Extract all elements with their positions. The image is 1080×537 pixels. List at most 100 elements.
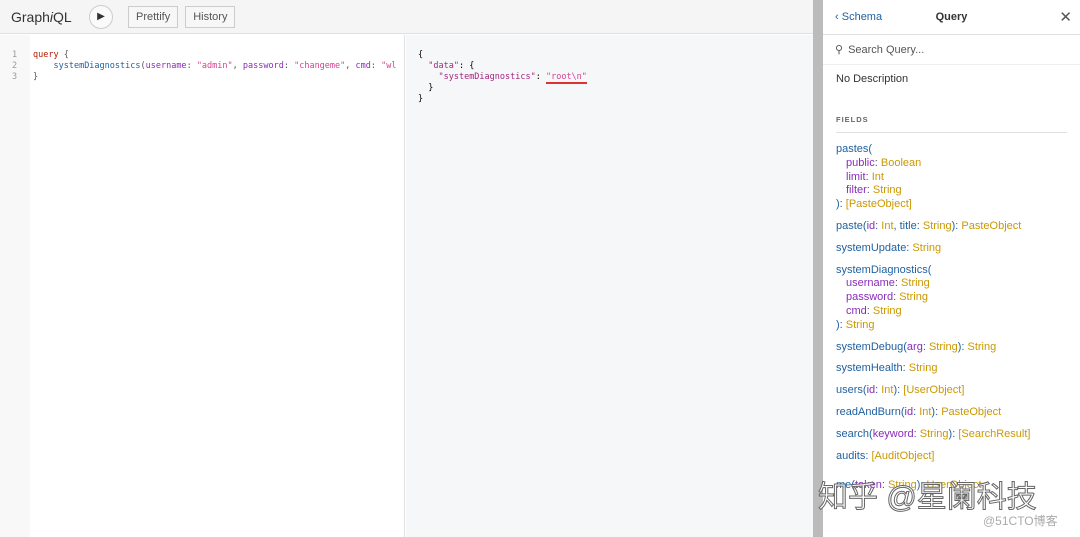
run-button[interactable]: ▶	[89, 4, 113, 29]
type-link: Int	[881, 219, 894, 232]
field-item[interactable]: systemUpdate: String	[823, 238, 1080, 260]
field-text: ):	[951, 219, 962, 232]
type-link: String	[845, 318, 875, 331]
query-code[interactable]: query { systemDiagnostics(username: "adm…	[33, 50, 397, 83]
type-link: PasteObject	[961, 219, 1022, 232]
history-button[interactable]: History	[185, 5, 236, 28]
result-viewer: { "data": { "systemDiagnostics": "root\n…	[406, 35, 813, 537]
type-description: No Description	[836, 73, 909, 85]
code-token: :	[186, 61, 197, 71]
code-token: query	[33, 50, 59, 60]
arg-name: id	[866, 384, 876, 397]
field-item[interactable]: me(token: String): UserObject	[823, 475, 1080, 497]
arg-name: token	[854, 479, 882, 492]
docs-header: ‹ Schema Query ✕	[823, 0, 1080, 35]
field-item[interactable]: readAndBurn(id: Int): PasteObject	[823, 402, 1080, 424]
type-link: String	[908, 362, 938, 375]
code-token: :	[283, 61, 295, 71]
back-to-schema-link[interactable]: ‹ Schema	[835, 11, 882, 23]
field-item[interactable]: pastes(public: Boolean limit: Int filter: …	[823, 139, 1080, 216]
code-token: :	[370, 61, 382, 71]
field-text: me(	[836, 479, 855, 492]
field-item[interactable]: systemDebug(arg: String): String	[823, 337, 1080, 359]
back-label: Schema	[841, 11, 883, 23]
type-link: PasteObject	[941, 405, 1002, 418]
json-key: "data"	[428, 61, 459, 71]
code-token: ,	[345, 61, 356, 71]
line-gutter	[0, 35, 30, 537]
docs-search[interactable]: ⚲ Search Query...	[823, 35, 1080, 65]
field-text: title	[899, 219, 917, 232]
field-item[interactable]: systemDiagnostics(username: String passwo…	[823, 260, 1080, 337]
field-text: search(	[836, 427, 873, 440]
field-text: ):	[893, 384, 904, 397]
type-link: String	[888, 479, 917, 492]
field-arg: password: String	[836, 291, 1067, 305]
search-placeholder: Search Query...	[848, 43, 925, 56]
field-text: readAndBurn(	[836, 405, 905, 418]
arg-name: id	[866, 219, 876, 232]
docs-explorer: ‹ Schema Query ✕ ⚲ Search Query... No Des…	[823, 0, 1080, 537]
type-link: String	[919, 427, 949, 440]
json-punct: : {	[458, 61, 475, 71]
query-editor[interactable]: 123 query { systemDiagnostics(username: …	[0, 35, 405, 537]
close-icon[interactable]: ✕	[1059, 8, 1072, 26]
type-link: [UserObject]	[903, 384, 965, 397]
field-text: systemUpdate:	[836, 241, 913, 254]
json-brace: }	[418, 94, 424, 104]
field-arg: username: String	[836, 277, 1067, 291]
arg-name: arg	[906, 340, 923, 353]
arg-name: id	[904, 405, 914, 418]
code-token: password	[242, 61, 284, 71]
field-text: ):	[931, 405, 942, 418]
type-link: [AuditObject]	[871, 449, 935, 462]
field-item[interactable]: search(keyword: String): [SearchResult]	[823, 424, 1080, 446]
result-json: { "data": { "systemDiagnostics": "root\n…	[418, 50, 587, 105]
code-token: "changeme"	[294, 61, 346, 71]
title-part: Graph	[11, 8, 50, 25]
panel-divider[interactable]	[813, 0, 823, 537]
arg-name: limit	[846, 170, 866, 183]
arg-name: cmd	[846, 304, 867, 317]
field-text: systemDebug(	[836, 340, 907, 353]
line-number: 2	[12, 61, 18, 71]
field-return: ): String	[836, 319, 1067, 333]
type-link: String	[922, 219, 952, 232]
field-item[interactable]: systemHealth: String	[823, 358, 1080, 380]
app-title: GraphiQL	[11, 9, 81, 25]
line-number: 1	[12, 50, 18, 60]
field-text: ):	[916, 479, 927, 492]
type-link: Int	[919, 405, 932, 418]
field-text: ):	[836, 318, 846, 331]
type-link: Int	[871, 170, 884, 183]
arg-name: public	[846, 156, 875, 169]
code-token: "wl	[381, 61, 397, 71]
field-item[interactable]: paste(id: Int, title: String): PasteObje…	[823, 216, 1080, 238]
code-line: systemDiagnostics(username: "admin", pas…	[33, 61, 397, 72]
field-arg: public: Boolean	[836, 157, 1067, 171]
field-text: ):	[836, 198, 846, 211]
type-link: String	[872, 184, 902, 197]
code-token: "admin"	[196, 61, 233, 71]
arg-name: keyword	[872, 427, 914, 440]
json-key: "systemDiagnostics"	[438, 72, 536, 82]
field-item[interactable]: audits: [AuditObject]	[823, 446, 1080, 468]
type-link: String	[967, 340, 997, 353]
prettify-button[interactable]: Prettify	[128, 5, 179, 28]
field-arg: filter: String	[836, 184, 1067, 198]
line-number: 3	[12, 72, 18, 82]
code-token: username	[145, 61, 187, 71]
type-link: String	[928, 340, 958, 353]
type-link: String	[899, 291, 928, 304]
field-text: audits:	[836, 449, 872, 462]
field-item[interactable]: users(id: Int): [UserObject]	[823, 380, 1080, 402]
watermark-sub: @51CTO博客	[983, 514, 1058, 528]
code-line: }	[33, 72, 397, 83]
play-icon: ▶	[97, 11, 105, 22]
code-line: query {	[33, 50, 397, 61]
field-text: users(	[836, 384, 867, 397]
chevron-left-icon: ‹	[835, 11, 842, 23]
field-item[interactable]	[823, 467, 1080, 475]
field-text: ):	[948, 427, 959, 440]
